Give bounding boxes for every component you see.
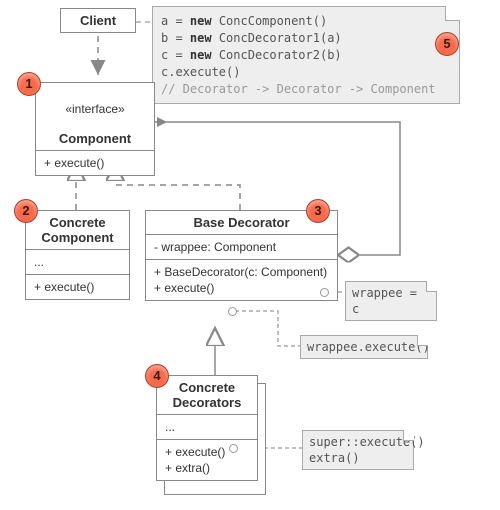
class-base-decorator: Base Decorator - wrappee: Component + Ba… (145, 210, 338, 301)
port-icon (229, 444, 238, 453)
port-icon (228, 307, 237, 316)
badge-5: 5 (435, 32, 459, 56)
badge-3: 3 (306, 199, 330, 223)
note-client-code: a = new ConcComponent() b = new ConcDeco… (152, 6, 460, 104)
class-concrete-component: Concrete Component ... + execute() (25, 210, 130, 300)
op-execute: + execute() (157, 440, 257, 460)
op-execute: + execute() (146, 280, 337, 300)
note-execute-body: wrappee.execute() (300, 335, 428, 359)
badge-2: 2 (14, 199, 38, 223)
field-wrappee: - wrappee: Component (146, 235, 337, 260)
class-concrete-decorators: Concrete Decorators ... + execute() + ex… (156, 375, 258, 481)
class-client: Client (60, 8, 136, 33)
class-component: «interface» Component + execute() (35, 82, 155, 176)
port-icon (320, 288, 329, 297)
badge-4: 4 (145, 364, 169, 388)
class-concrete-decorators-title: Concrete Decorators (157, 376, 257, 415)
badge-1: 1 (17, 72, 41, 96)
class-client-title: Client (61, 9, 135, 32)
op-execute: + execute() (26, 275, 129, 299)
ctor-base-decorator: + BaseDecorator(c: Component) (146, 260, 337, 280)
op-execute: + execute() (36, 151, 154, 175)
note-concrete-exec-body: super::execute() extra() (302, 430, 414, 470)
stereotype-label: «interface» (42, 102, 148, 116)
class-component-title: Component (59, 131, 131, 146)
class-concrete-component-title: Concrete Component (26, 211, 129, 250)
op-extra: + extra() (157, 460, 257, 480)
note-ctor-body: wrappee = c (345, 281, 437, 321)
